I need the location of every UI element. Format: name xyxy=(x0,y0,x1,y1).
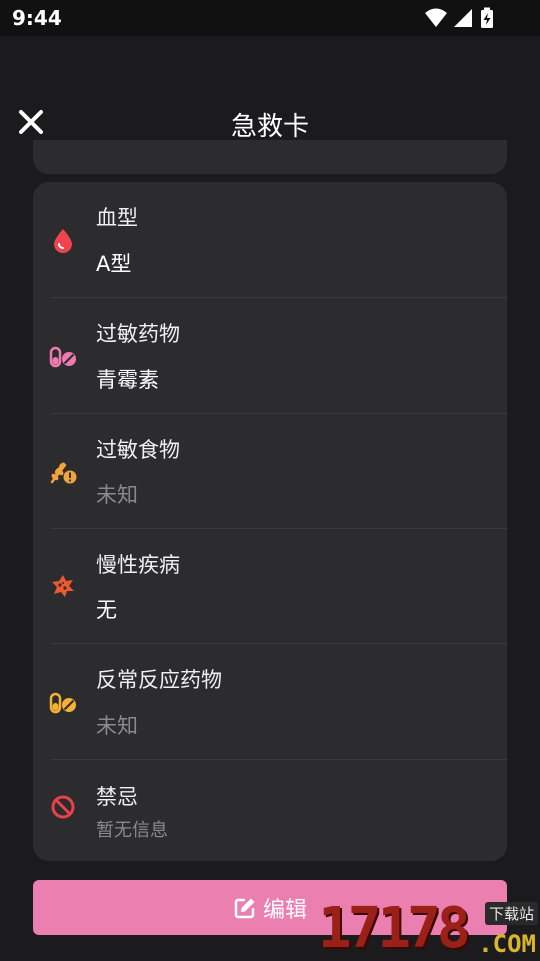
previous-card-edge xyxy=(33,140,507,174)
pills-icon xyxy=(49,346,76,368)
row-label: 禁忌 xyxy=(96,785,138,809)
status-time: 9:44 xyxy=(12,6,62,30)
row-value: 未知 xyxy=(96,714,138,738)
page-title: 急救卡 xyxy=(230,112,309,142)
info-row-contraindications[interactable]: 禁忌 暂无信息 xyxy=(33,760,507,861)
watermark-digits: 17178 xyxy=(318,896,471,961)
info-row-adverse-reaction-drugs[interactable]: 反常反应药物 未知 xyxy=(33,644,507,760)
virus-icon xyxy=(52,575,74,597)
row-label: 反常反应药物 xyxy=(96,668,222,692)
watermark-logo: 17178 下载站 .COM xyxy=(318,898,540,960)
info-row-chronic-disease[interactable]: 慢性疾病 无 xyxy=(33,529,507,644)
status-icons xyxy=(425,7,493,28)
row-value: A型 xyxy=(96,252,132,276)
info-row-allergic-drugs[interactable]: 过敏药物 青霉素 xyxy=(33,298,507,414)
info-row-allergic-food[interactable]: 过敏食物 未知 xyxy=(33,414,507,529)
status-bar: 9:44 xyxy=(0,0,540,36)
blood-drop-icon xyxy=(54,229,72,253)
row-value: 暂无信息 xyxy=(96,820,168,841)
battery-charging-icon xyxy=(481,7,493,28)
row-value: 青霉素 xyxy=(96,368,159,392)
wheat-warning-icon xyxy=(50,462,77,484)
row-value: 无 xyxy=(96,598,117,622)
emergency-info-card: 血型 A型 过敏药物 青霉素 过敏食物 未知 慢性疾病 无 反常反应药物 未知 … xyxy=(33,182,507,861)
wifi-icon xyxy=(425,8,447,27)
info-row-blood-type[interactable]: 血型 A型 xyxy=(33,182,507,298)
edit-icon xyxy=(234,898,255,918)
row-label: 血型 xyxy=(96,206,138,230)
pills-icon xyxy=(49,692,76,714)
row-value: 未知 xyxy=(96,483,138,507)
row-label: 过敏食物 xyxy=(96,438,180,462)
prohibited-icon xyxy=(51,795,75,819)
row-label: 过敏药物 xyxy=(96,322,180,346)
edit-button-label: 编辑 xyxy=(262,896,307,922)
row-label: 慢性疾病 xyxy=(96,553,180,577)
watermark-badge: 下载站 xyxy=(484,902,538,925)
cell-signal-icon xyxy=(454,9,472,27)
watermark-suffix: .COM xyxy=(478,930,536,958)
